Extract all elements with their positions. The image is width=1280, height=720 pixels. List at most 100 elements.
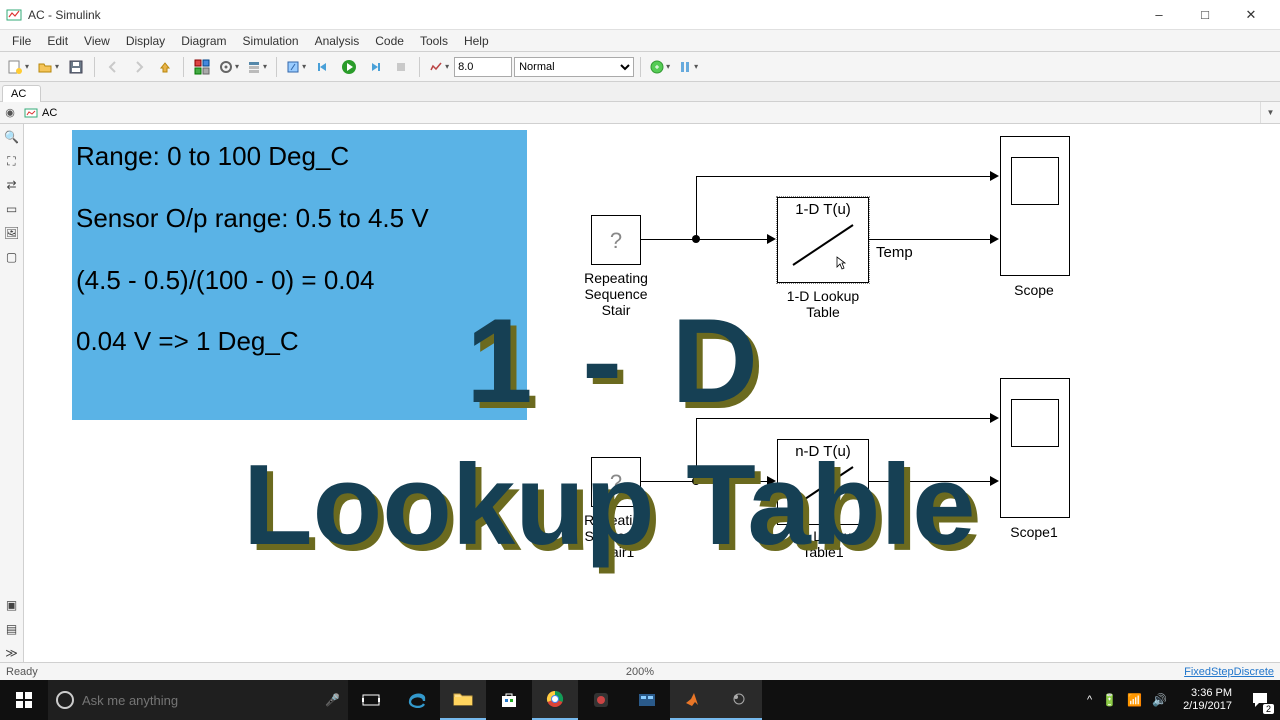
new-model-button[interactable]	[4, 55, 32, 79]
step-back-button[interactable]	[311, 55, 335, 79]
breadcrumb-dropdown[interactable]: ▼	[1260, 102, 1280, 123]
breadcrumb-label: AC	[42, 107, 57, 119]
taskbar-file-explorer-icon[interactable]	[440, 680, 486, 720]
tray-battery-icon[interactable]: 🔋	[1102, 693, 1117, 707]
status-solver[interactable]: FixedStepDiscrete	[1184, 666, 1274, 678]
taskbar-app2-icon[interactable]	[624, 680, 670, 720]
maximize-button[interactable]: □	[1182, 0, 1228, 30]
notif-badge: 2	[1263, 704, 1274, 714]
library-browser-button[interactable]	[190, 55, 214, 79]
cortana-search[interactable]: 🎤	[48, 680, 348, 720]
menu-view[interactable]: View	[76, 32, 118, 50]
build-button[interactable]	[675, 55, 701, 79]
zoom-in-icon[interactable]: 🔍	[3, 128, 21, 146]
close-button[interactable]: ✕	[1228, 0, 1274, 30]
open-button[interactable]	[34, 55, 62, 79]
annotation-line4: 0.04 V => 1 Deg_C	[76, 325, 523, 359]
cortana-icon	[56, 691, 74, 709]
annotate-icon[interactable]: ▭	[3, 200, 21, 218]
system-tray[interactable]: ^ 🔋 📶 🔊	[1079, 693, 1175, 707]
tab-ac[interactable]: AC	[2, 85, 41, 102]
menu-code[interactable]: Code	[367, 32, 412, 50]
menu-analysis[interactable]: Analysis	[307, 32, 368, 50]
label-repeating-sequence-stair1: Repeating Sequence Stair1	[556, 512, 676, 560]
tab-bar: AC	[0, 82, 1280, 102]
sim-mode-select[interactable]: Normal	[514, 57, 634, 77]
block-1d-lookup-table[interactable]: 1-D T(u)	[777, 197, 869, 283]
breadcrumb-bar: ◉ AC ▼	[0, 102, 1280, 124]
lut2-header: n-D T(u)	[778, 440, 868, 460]
record-button[interactable]	[426, 55, 452, 79]
run-button[interactable]	[337, 55, 361, 79]
taskbar-edge-icon[interactable]	[394, 680, 440, 720]
signal-label-temp[interactable]: Temp	[876, 244, 913, 261]
menu-display[interactable]: Display	[118, 32, 173, 50]
taskbar-matlab-icon[interactable]	[670, 680, 716, 720]
annotation-block[interactable]: Range: 0 to 100 Deg_C Sensor O/p range: …	[72, 130, 527, 420]
title-bar: AC - Simulink – □ ✕	[0, 0, 1280, 30]
sample-time-icon[interactable]: ▣	[3, 596, 21, 614]
menu-file[interactable]: File	[4, 32, 39, 50]
tray-volume-icon[interactable]: 🔊	[1152, 693, 1167, 707]
more-icon[interactable]: ≫	[3, 644, 21, 662]
canvas-sidebar: 🔍 ⛶ ⇄ ▭ 🖼 ▢ ▣ ▤ ≫	[0, 124, 24, 662]
status-bar: Ready 200% FixedStepDiscrete	[0, 662, 1280, 680]
windows-taskbar: 🎤 ^ 🔋 📶 🔊 3:36 PM 2/19/2017 2	[0, 680, 1280, 720]
tray-chevron-icon[interactable]: ^	[1087, 694, 1092, 706]
diagnostics-icon[interactable]: ▤	[3, 620, 21, 638]
model-icon	[24, 106, 38, 120]
forward-button[interactable]	[127, 55, 151, 79]
window-title: AC - Simulink	[28, 8, 1136, 22]
block-repeating-sequence-stair[interactable]: ?	[591, 215, 641, 265]
minimize-button[interactable]: –	[1136, 0, 1182, 30]
menu-diagram[interactable]: Diagram	[173, 32, 234, 50]
save-button[interactable]	[64, 55, 88, 79]
menu-edit[interactable]: Edit	[39, 32, 76, 50]
block-scope[interactable]	[1000, 136, 1070, 276]
update-diagram-button[interactable]	[283, 55, 309, 79]
label-repeating-sequence-stair: Repeating Sequence Stair	[556, 270, 676, 318]
auto-arrange-icon[interactable]: ⇄	[3, 176, 21, 194]
tray-wifi-icon[interactable]: 📶	[1127, 693, 1142, 707]
fit-to-view-icon[interactable]: ⛶	[3, 152, 21, 170]
cortana-search-input[interactable]	[82, 693, 317, 708]
pin-icon[interactable]: ◉	[0, 106, 20, 119]
image-icon[interactable]: 🖼	[3, 224, 21, 242]
stop-button[interactable]	[389, 55, 413, 79]
menu-tools[interactable]: Tools	[412, 32, 456, 50]
breadcrumb[interactable]: AC	[20, 106, 61, 120]
menu-help[interactable]: Help	[456, 32, 497, 50]
annotation-line2: Sensor O/p range: 0.5 to 4.5 V	[76, 202, 523, 236]
model-canvas[interactable]: Range: 0 to 100 Deg_C Sensor O/p range: …	[24, 124, 1280, 662]
taskbar-clock[interactable]: 3:36 PM 2/19/2017	[1175, 687, 1240, 712]
clock-date: 2/19/2017	[1183, 700, 1232, 713]
label-nd-lookup-table: 1-D Lookup Table1	[763, 528, 883, 560]
status-zoom[interactable]: 200%	[626, 666, 654, 678]
hide-icon[interactable]: ▢	[3, 248, 21, 266]
start-button[interactable]	[0, 680, 48, 720]
taskbar-store-icon[interactable]	[486, 680, 532, 720]
block-scope1[interactable]	[1000, 378, 1070, 518]
taskbar-chrome-icon[interactable]	[532, 680, 578, 720]
model-config-button[interactable]	[216, 55, 242, 79]
clock-time: 3:36 PM	[1183, 687, 1232, 700]
back-button[interactable]	[101, 55, 125, 79]
up-button[interactable]	[153, 55, 177, 79]
annotation-line1: Range: 0 to 100 Deg_C	[76, 140, 523, 174]
block-repeating-sequence-stair1[interactable]: ?	[591, 457, 641, 507]
step-forward-button[interactable]	[363, 55, 387, 79]
status-ready: Ready	[6, 666, 1184, 678]
model-explorer-button[interactable]	[244, 55, 270, 79]
taskbar-app1-icon[interactable]	[578, 680, 624, 720]
stop-time-input[interactable]	[454, 57, 512, 77]
label-scope1: Scope1	[974, 524, 1094, 540]
menu-simulation[interactable]: Simulation	[235, 32, 307, 50]
task-view-icon[interactable]	[348, 680, 394, 720]
action-center-icon[interactable]: 2	[1240, 680, 1280, 720]
fast-restart-button[interactable]	[647, 55, 673, 79]
mic-icon[interactable]: 🎤	[325, 693, 340, 707]
taskbar-obs-icon[interactable]	[716, 680, 762, 720]
block-nd-lookup-table[interactable]: n-D T(u)	[777, 439, 869, 525]
toolbar: Normal	[0, 52, 1280, 82]
app-icon	[6, 7, 22, 23]
